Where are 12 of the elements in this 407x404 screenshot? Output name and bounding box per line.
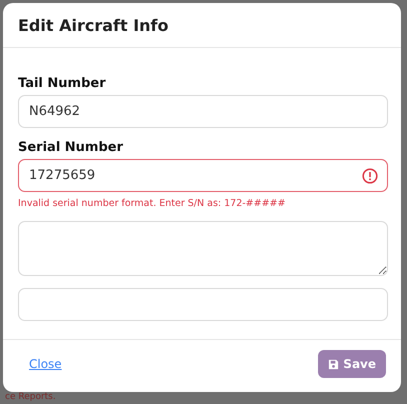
error-message: Invalid serial number format. Enter S/N as: 172-##### bbox=[18, 198, 286, 209]
save-icon bbox=[328, 358, 340, 370]
background-text: ce Reports. bbox=[5, 392, 57, 403]
error-icon bbox=[362, 168, 378, 184]
input-field[interactable]: N64962 bbox=[18, 95, 388, 128]
input-field[interactable] bbox=[18, 288, 388, 321]
close-link[interactable]: Close bbox=[29, 357, 62, 371]
input-field[interactable]: 17275659 bbox=[18, 159, 388, 192]
field-label: Serial Number bbox=[18, 140, 124, 155]
text-area[interactable] bbox=[18, 221, 388, 276]
field-label: Tail Number bbox=[18, 76, 107, 91]
modal-title: Edit Aircraft Info bbox=[18, 16, 168, 34]
